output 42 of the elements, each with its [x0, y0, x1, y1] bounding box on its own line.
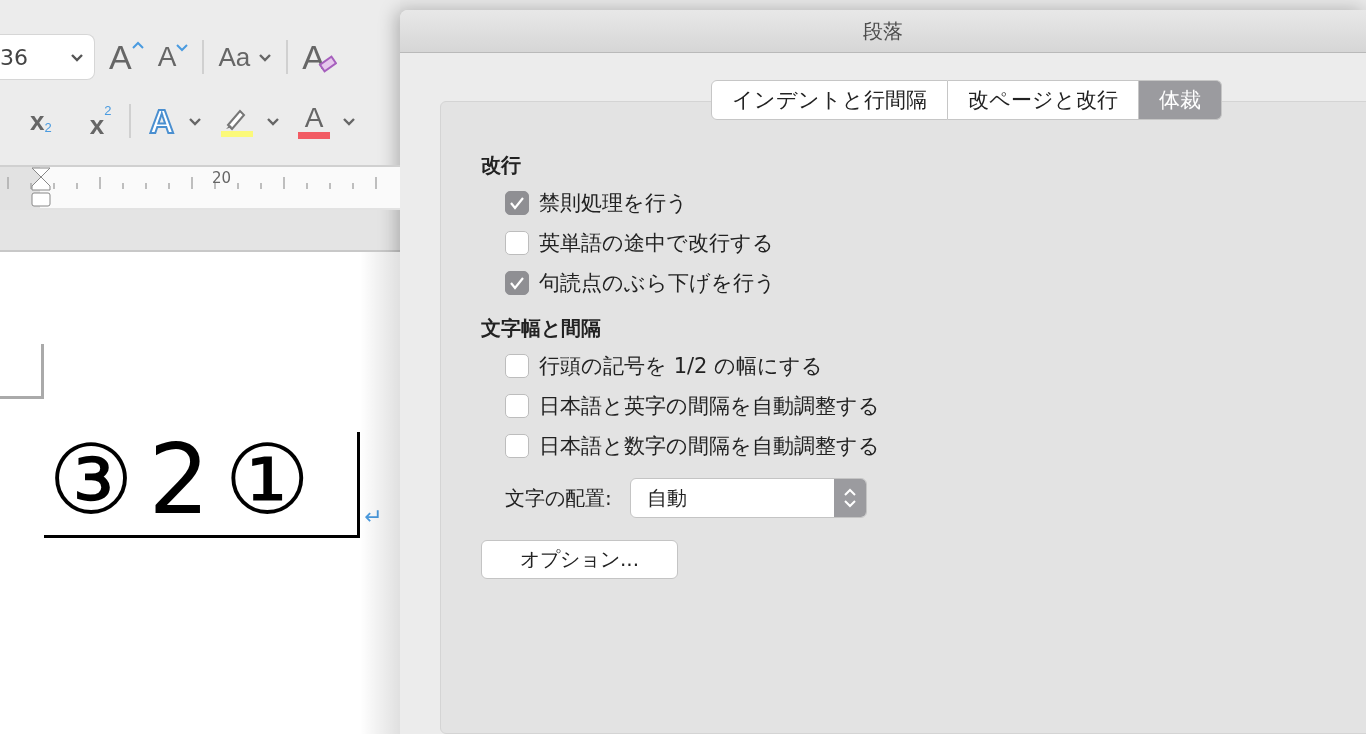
caret-icon: [341, 116, 356, 126]
checkbox-label[interactable]: 行頭の記号を 1/2 の幅にする: [539, 352, 824, 380]
ruler-number: 20: [212, 169, 232, 187]
crop-mark: [0, 344, 44, 399]
checkbox-label[interactable]: 日本語と英字の間隔を自動調整する: [539, 392, 880, 420]
checkbox[interactable]: [505, 271, 529, 295]
section-heading: 文字幅と間隔: [481, 315, 602, 342]
alignment-select[interactable]: 自動: [629, 478, 867, 518]
checkbox-label[interactable]: 禁則処理を行う: [539, 189, 688, 217]
tab[interactable]: 改ページと改行: [948, 80, 1139, 120]
caret-icon: [187, 116, 202, 126]
checkbox[interactable]: [505, 434, 529, 458]
ruler[interactable]: 20: [0, 165, 400, 210]
checkbox-label[interactable]: 日本語と数字の間隔を自動調整する: [539, 432, 880, 460]
shrink-font-button[interactable]: A: [157, 43, 189, 71]
up-caret-icon: [131, 40, 144, 50]
checkbox[interactable]: [505, 191, 529, 215]
tab[interactable]: インデントと行間隔: [711, 80, 948, 120]
font-size-field[interactable]: 36: [0, 34, 95, 80]
caret-icon: [265, 116, 280, 126]
section-heading: 改行: [481, 152, 522, 179]
checkbox[interactable]: [505, 394, 529, 418]
caret-icon: [70, 52, 84, 62]
down-caret-icon: [176, 43, 189, 53]
window-title: 段落: [400, 10, 1366, 53]
paragraph-mark: ↵: [364, 504, 383, 529]
options-button[interactable]: オプション...: [481, 540, 678, 579]
grow-font-button[interactable]: A: [109, 40, 144, 74]
subscript-button[interactable]: x2: [30, 108, 52, 134]
check-icon: [509, 196, 525, 210]
checkbox[interactable]: [505, 354, 529, 378]
field-label: 文字の配置:: [505, 484, 612, 512]
caret-icon: [258, 52, 273, 62]
check-icon: [509, 276, 525, 290]
font-color-button[interactable]: A: [297, 103, 356, 139]
checkbox[interactable]: [505, 231, 529, 255]
document-text: ③ 2 ①: [47, 432, 304, 528]
indent-marker-icon: [30, 167, 52, 209]
change-case-button[interactable]: Aa: [218, 44, 273, 70]
stepper-icon: [842, 486, 857, 510]
checkbox-label[interactable]: 英単語の途中で改行する: [539, 229, 774, 257]
checkbox-label[interactable]: 句読点のぶら下げを行う: [539, 269, 776, 297]
